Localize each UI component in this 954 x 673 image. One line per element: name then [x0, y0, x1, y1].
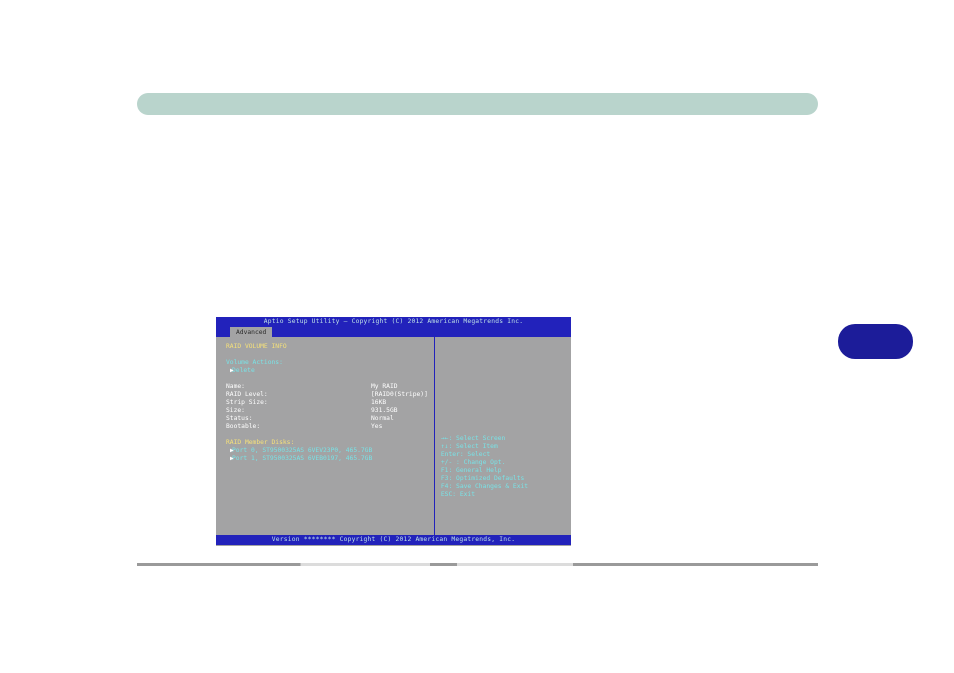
bios-title-bar: Aptio Setup Utility – Copyright (C) 2012… [216, 317, 571, 327]
info-status-value: Normal [371, 415, 428, 423]
info-row-level: RAID Level: [RAID0(Stripe)] [226, 391, 428, 399]
member-disk-0[interactable]: Port 0, ST9500325AS 6VEV23P0, 465.7GB [226, 447, 428, 455]
volume-action-delete[interactable]: Delete [226, 367, 428, 375]
help-enter-select: Enter: Select [441, 451, 567, 459]
info-row-bootable: Bootable: Yes [226, 423, 428, 431]
help-change-opt: +/- : Change Opt. [441, 459, 567, 467]
pointer-icon: ▶ [230, 367, 234, 375]
info-row-strip: Strip Size: 16KB [226, 399, 428, 407]
help-esc-exit: ESC: Exit [441, 491, 567, 499]
bios-footer-bar: Version ******** Copyright (C) 2012 Amer… [216, 535, 571, 545]
help-save-exit: F4: Save Changes & Exit [441, 483, 567, 491]
bios-left-pane: RAID VOLUME INFO Volume Actions: ▶ Delet… [216, 337, 435, 535]
bios-tab-row: Advanced [216, 327, 571, 337]
bios-screenshot: Aptio Setup Utility – Copyright (C) 2012… [216, 317, 571, 546]
volume-actions-label: Volume Actions: [226, 359, 428, 367]
header-accent-bar [137, 93, 818, 115]
member-disk-1[interactable]: Port 1, ST9500325AS 6VEB0197, 465.7GB [226, 455, 428, 463]
info-size-value: 931.5GB [371, 407, 428, 415]
info-bootable-value: Yes [371, 423, 428, 431]
help-select-screen: →←: Select Screen [441, 435, 567, 443]
info-size-label: Size: [226, 407, 371, 415]
info-name-label: Name: [226, 383, 371, 391]
info-level-label: RAID Level: [226, 391, 371, 399]
info-strip-value: 16KB [371, 399, 428, 407]
bios-help-pane: →←: Select Screen ↑↓: Select Item Enter:… [435, 337, 571, 535]
info-row-size: Size: 931.5GB [226, 407, 428, 415]
info-level-value: [RAID0(Stripe)] [371, 391, 428, 399]
members-label: RAID Member Disks: [226, 439, 428, 447]
doc-divider [137, 563, 818, 566]
info-status-label: Status: [226, 415, 371, 423]
help-optimized: F3: Optimized Defaults [441, 475, 567, 483]
pointer-icon: ▶ [230, 447, 234, 455]
bios-tab-advanced[interactable]: Advanced [230, 327, 272, 337]
info-name-value: My RAID [371, 383, 428, 391]
bios-section-title: RAID VOLUME INFO [226, 343, 428, 351]
page-next-button[interactable] [838, 324, 913, 359]
help-select-item: ↑↓: Select Item [441, 443, 567, 451]
info-row-status: Status: Normal [226, 415, 428, 423]
info-strip-label: Strip Size: [226, 399, 371, 407]
bios-body: RAID VOLUME INFO Volume Actions: ▶ Delet… [216, 337, 571, 535]
info-row-name: Name: My RAID [226, 383, 428, 391]
pointer-icon: ▶ [230, 455, 234, 463]
help-general: F1: General Help [441, 467, 567, 475]
info-bootable-label: Bootable: [226, 423, 371, 431]
